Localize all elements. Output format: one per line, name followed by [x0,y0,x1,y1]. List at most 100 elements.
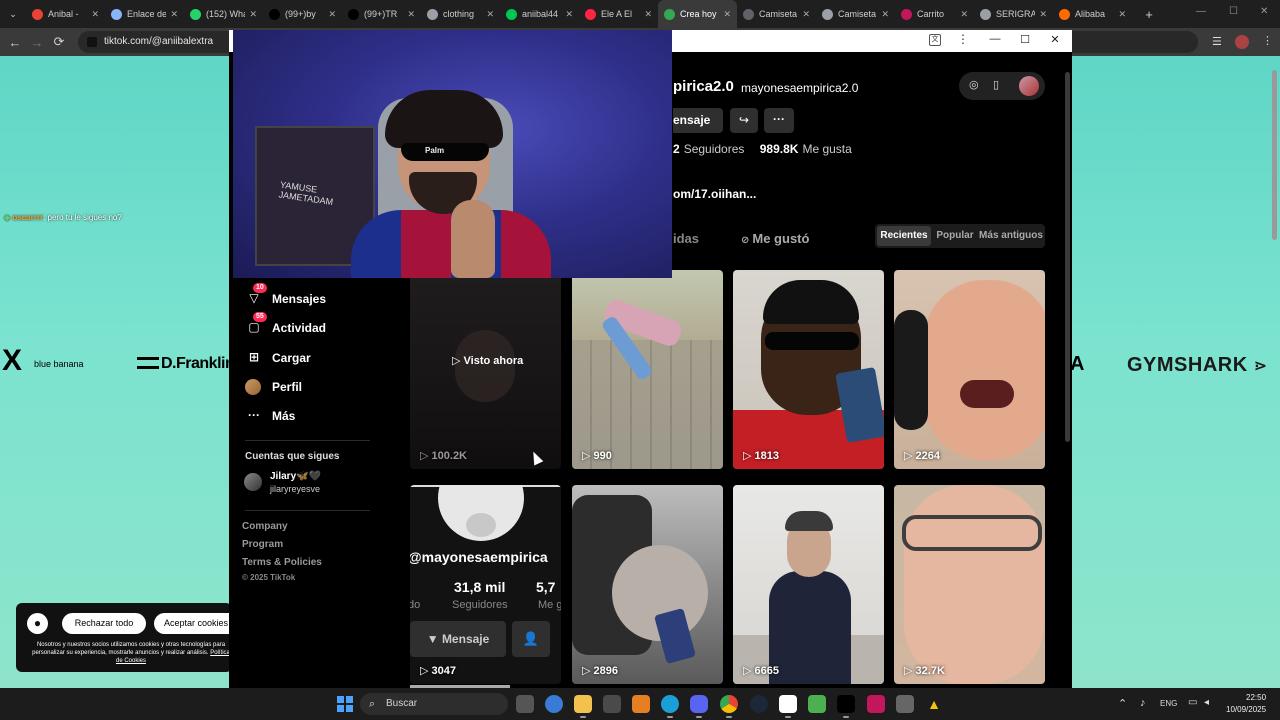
taskbar-clock[interactable]: 22:50 10/09/2025 [1226,692,1266,716]
tab-close-icon[interactable]: ✕ [1118,9,1126,20]
video-thumbnail[interactable]: @mayonesaempirica do 31,8 mil Seguidores… [410,485,561,684]
tray-chevron-icon[interactable]: ⌃ [1118,697,1127,710]
store-icon[interactable] [603,695,621,713]
browser-tab[interactable]: Anibal - ✕ [26,0,105,28]
browser-menu-icon[interactable]: ⋮ [1262,34,1273,47]
file-explorer-icon[interactable] [574,695,592,718]
tab-close-icon[interactable]: ✕ [486,9,494,20]
browser-tab[interactable]: Ele A El ✕ [579,0,658,28]
window-menu-icon[interactable]: ⋮ [957,32,969,46]
message-button[interactable]: ensaje [673,108,723,133]
volume-icon[interactable]: ◂ [1204,697,1209,708]
tiktok-app-icon[interactable] [837,695,855,718]
tab-videos[interactable]: idas [673,231,699,246]
browser-tab[interactable]: SERIGRA ✕ [974,0,1053,28]
browser-tab[interactable]: Camiseta ✕ [737,0,816,28]
browser-tab[interactable]: Carrito ✕ [895,0,974,28]
sort-oldest-button[interactable]: Más antiguos [979,226,1043,246]
browser-tab[interactable]: Camiseta ✕ [816,0,895,28]
game-icon[interactable] [632,695,650,713]
profile-avatar[interactable] [1235,35,1249,49]
chrome-icon[interactable] [720,695,738,718]
steam-icon[interactable] [750,695,768,713]
tab-close-icon[interactable]: ✕ [565,9,573,20]
tiktok-close-button[interactable]: ✕ [1040,33,1070,46]
video-thumbnail[interactable]: ▷ 2896 [572,485,723,684]
network-icon[interactable]: ▭ [1188,697,1197,708]
browser-tab[interactable]: (152) WhatsApp ✕ [184,0,263,28]
tab-close-icon[interactable]: ✕ [644,9,652,20]
capcut-icon[interactable] [779,695,797,718]
browser-tab[interactable]: clothing ✕ [421,0,500,28]
card-follow-button[interactable]: 👤 [512,621,550,657]
video-thumbnail[interactable]: ▷ 2264 [894,270,1045,469]
following-name[interactable]: Jilary🦋🖤 [270,471,321,482]
tab-close-icon[interactable]: ✕ [960,9,968,20]
tab-liked[interactable]: ⊘ Me gustó [741,231,809,246]
following-username[interactable]: jilaryreyesve [270,484,320,494]
sort-recent-button[interactable]: Recientes [877,226,931,246]
user-avatar[interactable] [1019,76,1039,96]
more-options-button[interactable]: ··· [764,108,794,133]
start-button[interactable] [337,696,353,712]
discord-icon[interactable] [690,695,708,718]
video-thumbnail[interactable]: ▷ Visto ahora ▷ 100.2K [410,270,561,469]
bio-link[interactable]: om/17.oiihan... [673,187,756,201]
browser-tab[interactable]: aniibal44 ✕ [500,0,579,28]
footer-program-link[interactable]: Program [242,539,283,550]
nav-activity[interactable]: ▢ 55 Actividad [245,312,326,338]
compass-icon[interactable]: ◎ [969,78,979,91]
tab-close-icon[interactable]: ✕ [407,9,415,20]
nav-profile[interactable]: Perfil [245,377,302,397]
microphone-icon[interactable]: ♪ [1140,697,1146,709]
share-button[interactable]: ↪ [730,108,758,133]
tab-search-button[interactable]: ⌄ [0,9,26,20]
phone-icon[interactable]: ▯ [993,78,999,91]
reload-button[interactable]: ⟳ [48,34,70,50]
nav-messages[interactable]: ▽ 10 Mensajes [245,283,326,309]
tiktok-scrollbar[interactable] [1065,72,1070,442]
warning-icon[interactable]: ▲ [925,695,943,713]
language-indicator[interactable]: ENG [1160,699,1177,708]
browser-tab[interactable]: Enlace de ✕ [105,0,184,28]
reject-cookies-button[interactable]: Rechazar todo [62,613,146,634]
window-maximize-button[interactable]: ☐ [1229,6,1238,17]
tiktok-minimize-button[interactable]: — [980,33,1010,45]
tab-close-icon[interactable]: ✕ [328,9,336,20]
notepad-icon[interactable] [808,695,826,713]
copilot-icon[interactable] [545,695,563,713]
tab-close-icon[interactable]: ✕ [170,9,178,20]
footer-terms-link[interactable]: Terms & Policies [242,557,322,568]
browser-tab[interactable]: (99+)by ✕ [263,0,342,28]
reading-list-icon[interactable]: ☰ [1212,35,1222,48]
video-thumbnail[interactable]: ▷ 32.7K [894,485,1045,684]
browser-tab[interactable]: (99+)TR ✕ [342,0,421,28]
browser-tab[interactable]: Alibaba ✕ [1053,0,1132,28]
translate-icon[interactable]: 文 [929,34,941,46]
following-avatar[interactable] [244,473,262,491]
edge-icon[interactable] [661,695,679,718]
new-tab-button[interactable]: + [1138,7,1160,22]
tab-close-icon[interactable]: ✕ [1039,9,1047,20]
accept-cookies-button[interactable]: Aceptar cookies [154,613,238,634]
task-view-icon[interactable] [516,695,534,713]
tab-close-icon[interactable]: ✕ [881,9,889,20]
app-icon[interactable] [867,695,885,713]
page-scrollbar[interactable] [1272,70,1277,240]
taskbar-search[interactable]: ⌕ Buscar [360,693,508,715]
nav-upload[interactable]: ⊞ Cargar [245,348,311,368]
window-minimize-button[interactable]: — [1196,6,1206,17]
browser-tab[interactable]: Crea hoy ✕ [658,0,737,28]
sort-popular-button[interactable]: Popular [933,226,977,246]
app-icon[interactable] [896,695,914,713]
forward-button[interactable]: → [26,35,48,50]
card-message-button[interactable]: ▼ Mensaje [410,621,506,657]
video-thumbnail[interactable]: ▷ 990 [572,270,723,469]
tiktok-maximize-button[interactable]: ☐ [1010,33,1040,46]
tab-close-icon[interactable]: ✕ [91,9,99,20]
tab-close-icon[interactable]: ✕ [802,9,810,20]
video-thumbnail[interactable]: ▷ 1813 [733,270,884,469]
tab-close-icon[interactable]: ✕ [723,9,731,20]
window-close-button[interactable]: ✕ [1260,6,1268,17]
back-button[interactable]: ← [4,35,26,50]
